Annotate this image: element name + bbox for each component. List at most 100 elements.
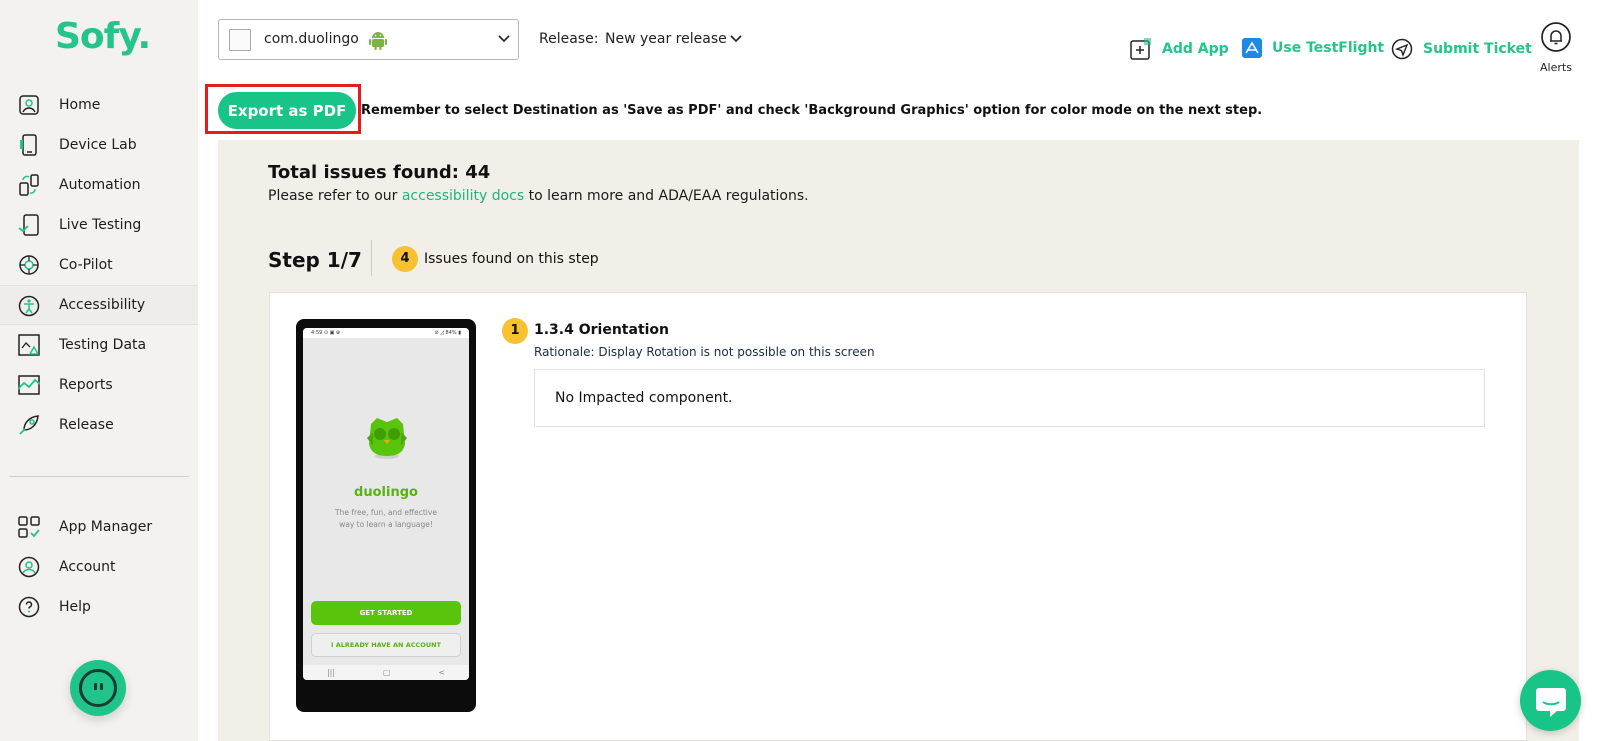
refer-text: Please refer to our accessibility docs t… bbox=[268, 188, 809, 204]
sidebar-item-label: App Manager bbox=[59, 519, 153, 535]
bell-icon bbox=[1541, 22, 1571, 52]
step-title: Step 1/7 bbox=[268, 248, 362, 272]
sidebar-item-accessibility[interactable]: Accessibility bbox=[0, 285, 198, 325]
sidebar-item-live-testing[interactable]: Live Testing bbox=[0, 205, 198, 245]
sidebar-item-testing-data[interactable]: Testing Data bbox=[0, 325, 198, 365]
impacted-component-text: No Impacted component. bbox=[555, 390, 733, 406]
sidebar-item-label: Reports bbox=[59, 377, 113, 393]
issue-title: 1.3.4 Orientation bbox=[534, 322, 670, 338]
alerts-button[interactable]: Alerts bbox=[1537, 22, 1575, 74]
back-icon: < bbox=[438, 668, 446, 677]
device-screenshot: 4:59 ⊙ ▣ ⊕ · ⊘ ◿ 84% ▮ duolingo The free… bbox=[296, 319, 476, 712]
chevron-down-icon[interactable] bbox=[730, 35, 742, 43]
sidebar-item-label: Automation bbox=[59, 177, 141, 193]
app-thumbnail-image bbox=[229, 29, 251, 51]
total-issues-heading: Total issues found: 44 bbox=[268, 162, 491, 183]
duolingo-tagline: The free, fun, and effective way to lear… bbox=[335, 508, 437, 529]
sidebar-item-label: Accessibility bbox=[59, 297, 146, 313]
sidebar-item-help[interactable]: Help bbox=[0, 587, 198, 627]
device-icon bbox=[20, 134, 37, 156]
sidebar-item-automation[interactable]: Automation bbox=[0, 165, 198, 205]
sidebar-item-label: Co-Pilot bbox=[59, 257, 113, 273]
step-divider bbox=[371, 240, 372, 276]
account-icon bbox=[18, 556, 40, 578]
status-left: 4:59 ⊙ ▣ ⊕ · bbox=[311, 330, 344, 336]
step-issue-count-badge: 4 bbox=[392, 246, 418, 272]
copilot-icon bbox=[19, 255, 39, 275]
chat-icon bbox=[1536, 688, 1566, 717]
export-note-mid: and check bbox=[721, 103, 805, 118]
issue-rationale: Rationale: Display Rotation is not possi… bbox=[534, 345, 875, 359]
status-right: ⊘ ◿ 84% ▮ bbox=[434, 330, 461, 336]
sidebar-item-co-pilot[interactable]: Co-Pilot bbox=[0, 245, 198, 285]
sidebar-item-reports[interactable]: Reports bbox=[0, 365, 198, 405]
phone-nav-bar: ||| ▢ < bbox=[303, 665, 469, 680]
sidebar-item-label: Release bbox=[59, 417, 114, 433]
app-name: com.duolingo bbox=[264, 31, 359, 47]
app-manager-icon bbox=[18, 516, 40, 538]
release-icon bbox=[19, 415, 39, 435]
submit-ticket-label: Submit Ticket bbox=[1423, 41, 1532, 57]
release-selector[interactable]: New year release bbox=[605, 31, 727, 47]
testing-data-icon bbox=[18, 334, 40, 356]
phone-status-bar: 4:59 ⊙ ▣ ⊕ · ⊘ ◿ 84% ▮ bbox=[303, 328, 469, 338]
copilot-bot-button[interactable] bbox=[70, 660, 126, 716]
export-note-prefix: Remember to select Destination as bbox=[361, 103, 624, 118]
duolingo-owl-icon bbox=[367, 418, 407, 459]
add-app-icon bbox=[1130, 38, 1151, 60]
sidebar-item-label: Testing Data bbox=[59, 337, 147, 353]
sidebar-item-account[interactable]: Account bbox=[0, 547, 198, 587]
export-note-suffix: option for color mode on the next step. bbox=[968, 103, 1263, 118]
bot-icon bbox=[79, 669, 117, 707]
accessibility-icon bbox=[18, 295, 40, 317]
submit-ticket-icon bbox=[1391, 38, 1413, 60]
sidebar-item-label: Device Lab bbox=[59, 137, 137, 153]
sofy-logo[interactable]: Sofy. bbox=[55, 16, 151, 57]
export-pdf-button[interactable]: Export as PDF bbox=[218, 92, 356, 129]
automation-icon bbox=[19, 174, 39, 196]
sidebar-item-device-lab[interactable]: Device Lab bbox=[0, 125, 198, 165]
home-button-icon: ▢ bbox=[382, 668, 391, 677]
live-testing-icon bbox=[18, 214, 39, 236]
already-have-account-button: I ALREADY HAVE AN ACCOUNT bbox=[311, 633, 461, 657]
use-testflight-label: Use TestFlight bbox=[1272, 40, 1385, 56]
step-card: 4:59 ⊙ ▣ ⊕ · ⊘ ◿ 84% ▮ duolingo The free… bbox=[269, 292, 1527, 741]
use-testflight-button[interactable]: Use TestFlight bbox=[1242, 38, 1384, 58]
sidebar-item-label: Home bbox=[59, 97, 101, 113]
testflight-icon bbox=[1242, 38, 1262, 58]
sidebar-item-label: Live Testing bbox=[59, 217, 142, 233]
sidebar-item-label: Help bbox=[59, 599, 91, 615]
chat-support-button[interactable] bbox=[1520, 670, 1581, 731]
refer-prefix: Please refer to our bbox=[268, 188, 402, 204]
app-selector-dropdown[interactable]: com.duolingo bbox=[218, 19, 519, 60]
sidebar-divider bbox=[9, 476, 189, 477]
release-label: Release: bbox=[539, 31, 599, 47]
get-started-button: GET STARTED bbox=[311, 601, 461, 625]
export-note-background-option: 'Background Graphics' bbox=[804, 103, 969, 118]
sidebar-item-release[interactable]: Release bbox=[0, 405, 198, 445]
export-note-save-option: 'Save as PDF' bbox=[623, 103, 722, 118]
android-icon bbox=[369, 32, 387, 50]
home-icon bbox=[19, 95, 39, 115]
export-instructions: Remember to select Destination as 'Save … bbox=[361, 103, 1262, 118]
refer-suffix: to learn more and ADA/EAA regulations. bbox=[524, 188, 809, 204]
add-app-button[interactable]: Add App bbox=[1130, 38, 1229, 60]
accessibility-report: Total issues found: 44 Please refer to o… bbox=[218, 140, 1579, 741]
sidebar-item-app-manager[interactable]: App Manager bbox=[0, 507, 198, 547]
chevron-down-icon bbox=[498, 35, 510, 43]
phone-screen: 4:59 ⊙ ▣ ⊕ · ⊘ ◿ 84% ▮ duolingo The free… bbox=[303, 328, 469, 680]
help-icon bbox=[18, 596, 40, 618]
duolingo-title: duolingo bbox=[354, 485, 418, 500]
accessibility-docs-link[interactable]: accessibility docs bbox=[402, 188, 524, 204]
recent-apps-icon: ||| bbox=[326, 668, 336, 677]
sidebar-item-home[interactable]: Home bbox=[0, 85, 198, 125]
issue-number-badge: 1 bbox=[502, 318, 528, 344]
impacted-component-box: No Impacted component. bbox=[534, 369, 1485, 427]
reports-icon bbox=[18, 375, 40, 395]
sidebar: Sofy. Home Device Lab Automation Live Te… bbox=[0, 0, 198, 741]
sidebar-item-label: Account bbox=[59, 559, 116, 575]
submit-ticket-button[interactable]: Submit Ticket bbox=[1391, 38, 1532, 60]
add-app-label: Add App bbox=[1162, 41, 1229, 57]
step-issue-label: Issues found on this step bbox=[424, 251, 599, 267]
alerts-label: Alerts bbox=[1540, 61, 1572, 74]
